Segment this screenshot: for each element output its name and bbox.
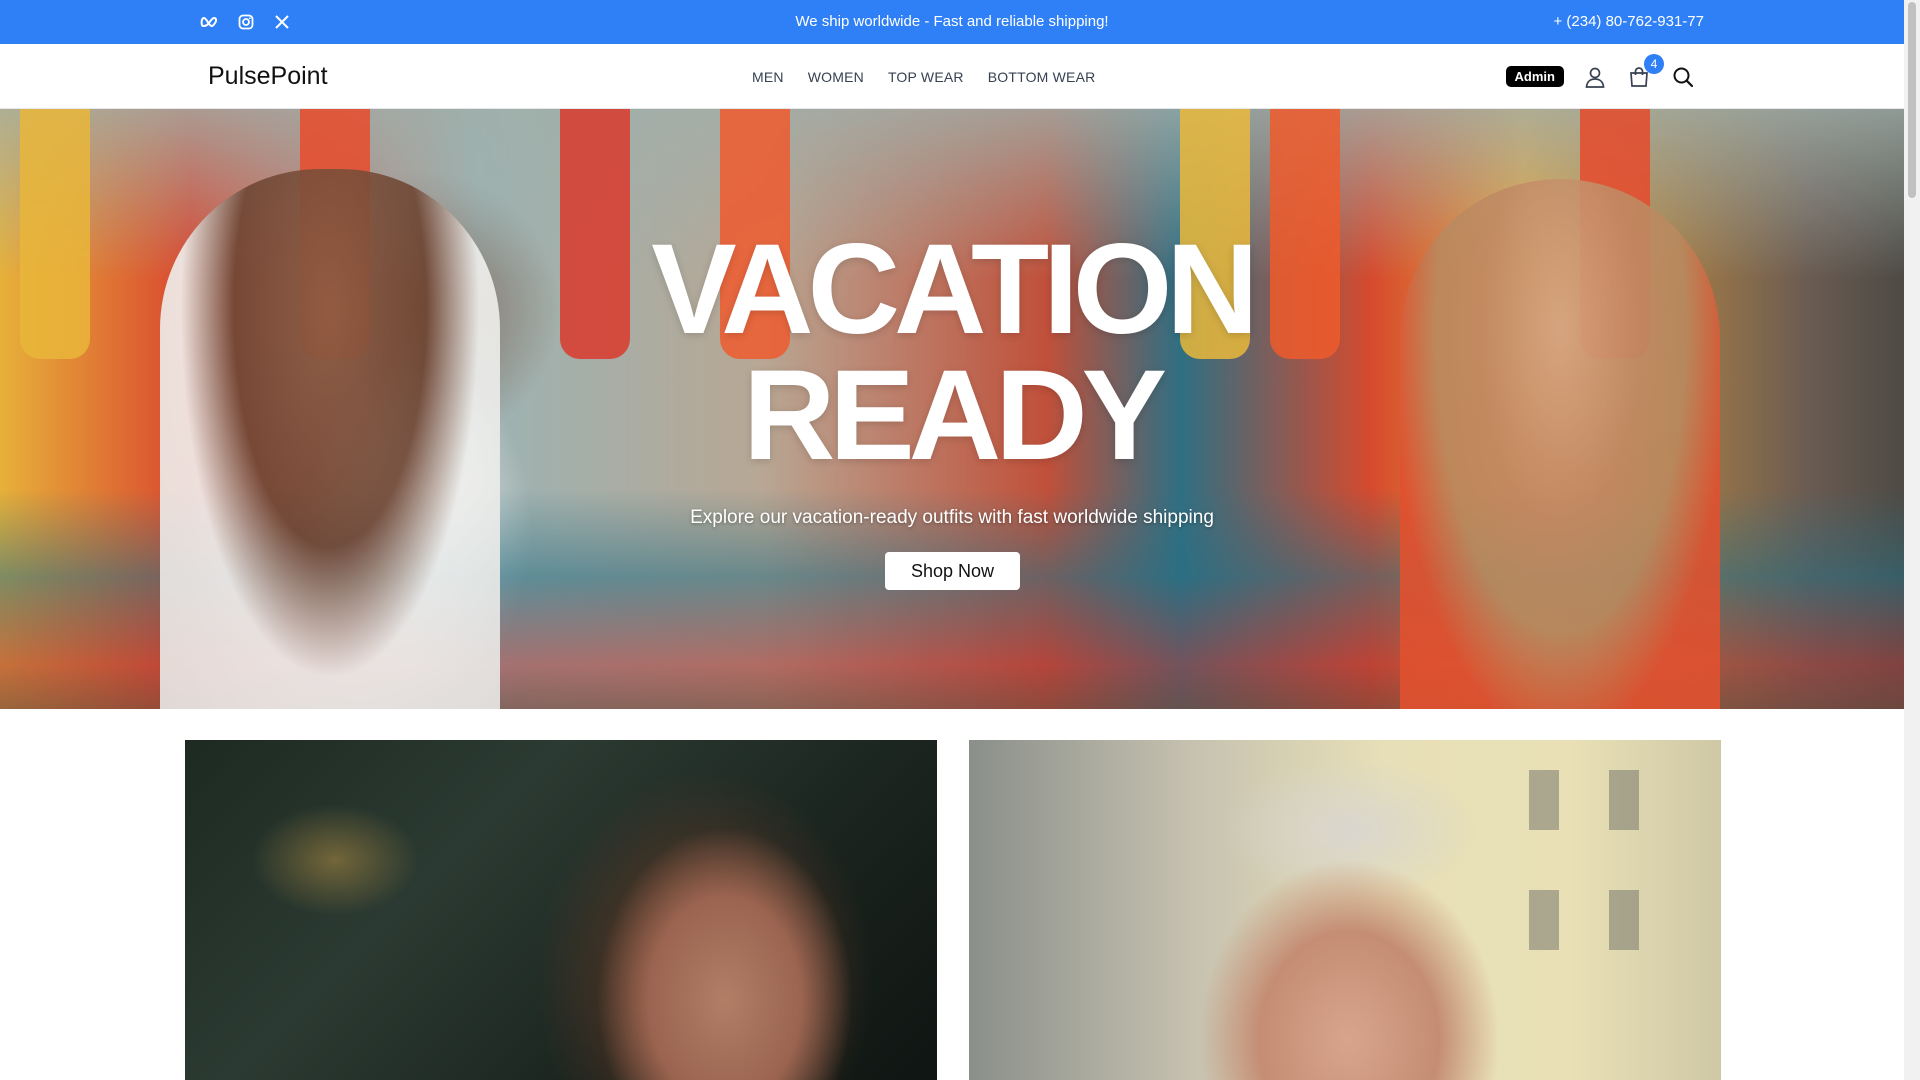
nav-top-wear[interactable]: TOP WEAR [888, 69, 964, 85]
search-icon[interactable] [1670, 64, 1696, 90]
phone-number: + (234) 80-762-931-77 [1553, 13, 1704, 30]
announcement-bar: We ship worldwide - Fast and reliable sh… [0, 0, 1904, 44]
user-icon[interactable] [1582, 64, 1608, 90]
shop-now-button[interactable]: Shop Now [885, 552, 1020, 590]
nav-women[interactable]: WOMEN [808, 69, 864, 85]
admin-button[interactable]: Admin [1505, 66, 1564, 87]
cart-button[interactable]: 4 [1626, 53, 1664, 90]
hero-subtitle: Explore our vacation-ready outfits with … [690, 507, 1214, 528]
cart-count-badge: 4 [1644, 53, 1664, 74]
hero-content: VACATION READY Explore our vacation-read… [0, 109, 1904, 709]
nav-bottom-wear[interactable]: BOTTOM WEAR [988, 69, 1096, 85]
womens-collection-image[interactable] [185, 740, 937, 1080]
page-scrollbar[interactable] [1904, 0, 1920, 1080]
scrollbar-thumb[interactable] [1908, 2, 1916, 198]
mens-collection-image[interactable] [969, 740, 1721, 1080]
nav-men[interactable]: MEN [752, 69, 784, 85]
hero-title: VACATION READY [651, 218, 1258, 487]
main-nav: MEN WOMEN TOP WEAR BOTTOM WEAR [752, 44, 1095, 109]
site-header: PulsePoint MEN WOMEN TOP WEAR BOTTOM WEA… [0, 44, 1904, 109]
logo[interactable]: PulsePoint [208, 44, 328, 109]
header-actions: Admin 4 [1505, 44, 1696, 109]
